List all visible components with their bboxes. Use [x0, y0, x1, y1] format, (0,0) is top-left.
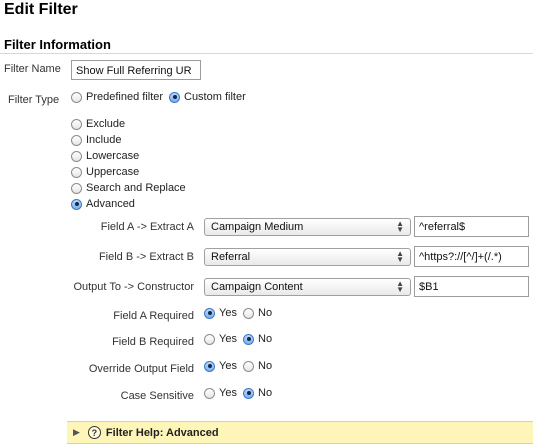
custom-filter-label: Custom filter [184, 91, 246, 103]
include-radio[interactable] [71, 134, 82, 146]
updown-icon: ▲ ▼ [396, 279, 404, 294]
yes-label: Yes [219, 387, 237, 399]
updown-icon: ▲ ▼ [396, 249, 404, 264]
uppercase-label: Uppercase [86, 166, 140, 178]
updown-icon: ▲ ▼ [396, 219, 404, 234]
custom-filter-option[interactable]: Custom filter [169, 91, 246, 103]
output-select[interactable]: Campaign Content ▲ ▼ [204, 278, 411, 296]
type-option-lowercase[interactable]: Lowercase [71, 150, 139, 162]
expand-arrow-icon[interactable]: ▶ [73, 427, 80, 438]
advanced-radio[interactable] [71, 198, 82, 210]
constructor-input[interactable]: $B1 [414, 276, 529, 297]
override-output-yes-radio[interactable] [204, 360, 215, 372]
predefined-filter-option[interactable]: Predefined filter [71, 91, 163, 103]
custom-filter-radio[interactable] [169, 91, 180, 103]
case-sensitive-no-radio[interactable] [243, 387, 254, 399]
type-option-uppercase[interactable]: Uppercase [71, 166, 139, 178]
predefined-filter-radio[interactable] [71, 91, 82, 103]
no-label: No [258, 360, 273, 372]
lowercase-label: Lowercase [86, 150, 140, 162]
case-sensitive-yes-radio[interactable] [204, 387, 215, 399]
include-label: Include [86, 134, 122, 146]
uppercase-radio[interactable] [71, 166, 82, 178]
output-select-value: Campaign Content [211, 281, 303, 293]
type-option-advanced[interactable]: Advanced [71, 198, 135, 210]
exclude-label: Exclude [86, 118, 126, 130]
field-b-required-no-radio[interactable] [243, 333, 254, 345]
search-replace-radio[interactable] [71, 182, 82, 194]
filter-type-label: Filter Type [8, 94, 60, 106]
filter-name-input[interactable]: Show Full Referring UR [71, 60, 201, 80]
no-label: No [258, 387, 273, 399]
field-b-select[interactable]: Referral ▲ ▼ [204, 248, 411, 266]
extract-a-input[interactable]: ^referral$ [414, 216, 529, 237]
yes-label: Yes [219, 360, 237, 372]
override-output-no-radio[interactable] [243, 360, 254, 372]
lowercase-radio[interactable] [71, 150, 82, 162]
yes-label: Yes [219, 307, 237, 319]
filter-help-bar[interactable]: ▶ ? Filter Help: Advanced [67, 421, 533, 444]
help-question-icon: ? [87, 426, 101, 439]
field-a-required-no-radio[interactable] [243, 307, 254, 319]
section-title: Filter Information [4, 37, 111, 52]
override-output-label: Override Output Field [88, 363, 194, 375]
extract-b-input[interactable]: ^https?://[^/]+(/.*) [414, 246, 529, 267]
filter-help-label: Filter Help: Advanced [105, 426, 219, 439]
field-b-label: Field B -> Extract B [98, 251, 194, 263]
field-a-required-label: Field A Required [113, 310, 194, 322]
field-a-required-no[interactable]: No [243, 307, 272, 319]
type-option-include[interactable]: Include [71, 134, 121, 146]
search-replace-label: Search and Replace [86, 182, 186, 194]
field-b-select-value: Referral [211, 251, 251, 263]
predefined-filter-label: Predefined filter [86, 91, 164, 103]
exclude-radio[interactable] [71, 118, 82, 130]
case-sensitive-yes[interactable]: Yes [204, 387, 237, 399]
field-b-required-yes[interactable]: Yes [204, 333, 237, 345]
advanced-label: Advanced [86, 198, 135, 210]
case-sensitive-label: Case Sensitive [120, 390, 194, 402]
case-sensitive-no[interactable]: No [243, 387, 272, 399]
field-a-required-yes[interactable]: Yes [204, 307, 237, 319]
override-output-no[interactable]: No [243, 360, 272, 372]
no-label: No [258, 333, 273, 345]
type-option-exclude[interactable]: Exclude [71, 118, 125, 130]
field-a-select-value: Campaign Medium [211, 221, 304, 233]
override-output-yes[interactable]: Yes [204, 360, 237, 372]
field-a-label: Field A -> Extract A [100, 221, 194, 233]
no-label: No [258, 307, 273, 319]
field-b-required-label: Field B Required [112, 336, 194, 348]
field-b-required-yes-radio[interactable] [204, 333, 215, 345]
field-a-select[interactable]: Campaign Medium ▲ ▼ [204, 218, 411, 236]
page-title: Edit Filter [4, 1, 78, 18]
field-b-required-no[interactable]: No [243, 333, 272, 345]
filter-name-label: Filter Name [4, 63, 61, 75]
output-label: Output To -> Constructor [73, 281, 194, 293]
type-option-search-replace[interactable]: Search and Replace [71, 182, 186, 194]
yes-label: Yes [219, 333, 237, 345]
field-a-required-yes-radio[interactable] [204, 307, 215, 319]
section-divider [0, 53, 533, 54]
